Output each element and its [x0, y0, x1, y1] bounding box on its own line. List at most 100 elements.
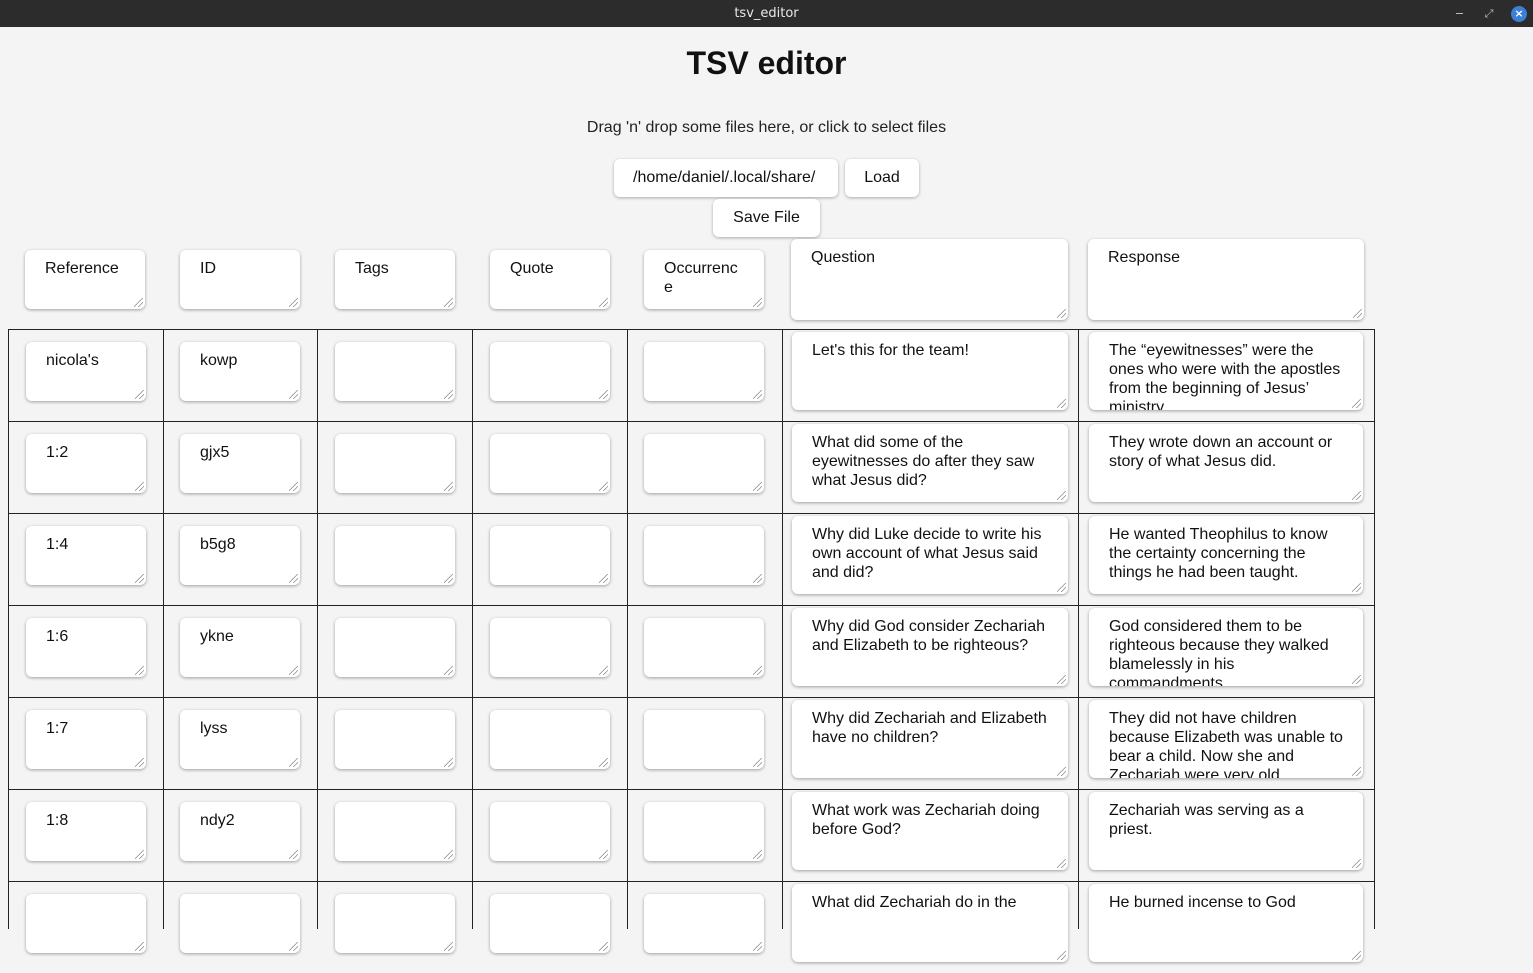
cell-quote-field[interactable]	[490, 894, 610, 953]
cell-occurrence-field[interactable]	[644, 618, 764, 677]
resize-grip-icon[interactable]	[599, 942, 608, 951]
cell-occurrence-field[interactable]	[644, 342, 764, 401]
resize-grip-icon[interactable]	[135, 390, 144, 399]
resize-grip-icon[interactable]	[444, 390, 453, 399]
cell-tags-field[interactable]	[335, 802, 455, 861]
cell-tags-field[interactable]	[335, 342, 455, 401]
cell-question-field[interactable]: What work was Zechariah doing before God…	[792, 792, 1068, 870]
resize-grip-icon[interactable]	[135, 942, 144, 951]
resize-grip-icon[interactable]	[1057, 859, 1066, 868]
cell-question-field[interactable]: Let's this for the team!	[792, 332, 1068, 410]
header-quote[interactable]: Quote	[490, 250, 610, 309]
resize-grip-icon[interactable]	[289, 574, 298, 583]
resize-grip-icon[interactable]	[753, 574, 762, 583]
cell-reference-field[interactable]	[26, 894, 146, 953]
cell-quote-field[interactable]	[490, 342, 610, 401]
save-file-button[interactable]: Save File	[713, 199, 820, 237]
resize-grip-icon[interactable]	[1057, 309, 1066, 318]
resize-grip-icon[interactable]	[289, 942, 298, 951]
maximize-icon[interactable]	[1481, 6, 1497, 22]
resize-grip-icon[interactable]	[599, 758, 608, 767]
cell-response-field[interactable]: They did not have children because Eliza…	[1089, 700, 1363, 778]
resize-grip-icon[interactable]	[1353, 309, 1362, 318]
resize-grip-icon[interactable]	[289, 666, 298, 675]
cell-response-field[interactable]: He wanted Theophilus to know the certain…	[1089, 516, 1363, 594]
cell-id-field[interactable]: b5g8	[180, 526, 300, 585]
resize-grip-icon[interactable]	[599, 666, 608, 675]
cell-question-field[interactable]: Why did Luke decide to write his own acc…	[792, 516, 1068, 594]
cell-response-field[interactable]: Zechariah was serving as a priest.	[1089, 792, 1363, 870]
resize-grip-icon[interactable]	[289, 482, 298, 491]
header-question[interactable]: Question	[791, 239, 1068, 320]
cell-response-field[interactable]: They wrote down an account or story of w…	[1089, 424, 1363, 502]
cell-tags-field[interactable]	[335, 894, 455, 953]
close-icon[interactable]: ×	[1511, 5, 1527, 22]
resize-grip-icon[interactable]	[289, 298, 298, 307]
cell-response-field[interactable]: He burned incense to God	[1089, 884, 1363, 962]
load-button[interactable]: Load	[845, 159, 919, 197]
resize-grip-icon[interactable]	[753, 298, 762, 307]
resize-grip-icon[interactable]	[444, 942, 453, 951]
header-response[interactable]: Response	[1088, 239, 1364, 320]
resize-grip-icon[interactable]	[1352, 399, 1361, 408]
cell-reference-field[interactable]: 1:7	[26, 710, 146, 769]
resize-grip-icon[interactable]	[1352, 675, 1361, 684]
cell-question-field[interactable]: What did Zechariah do in the	[792, 884, 1068, 962]
resize-grip-icon[interactable]	[1057, 399, 1066, 408]
cell-tags-field[interactable]	[335, 526, 455, 585]
header-tags[interactable]: Tags	[335, 250, 455, 309]
header-occurrence[interactable]: Occurrence	[644, 250, 764, 309]
cell-id-field[interactable]: ndy2	[180, 802, 300, 861]
resize-grip-icon[interactable]	[1057, 951, 1066, 960]
cell-tags-field[interactable]	[335, 434, 455, 493]
cell-id-field[interactable]: lyss	[180, 710, 300, 769]
resize-grip-icon[interactable]	[1352, 859, 1361, 868]
cell-question-field[interactable]: Why did God consider Zechariah and Eliza…	[792, 608, 1068, 686]
cell-reference-field[interactable]: 1:2	[26, 434, 146, 493]
cell-id-field[interactable]: gjx5	[180, 434, 300, 493]
resize-grip-icon[interactable]	[753, 850, 762, 859]
resize-grip-icon[interactable]	[599, 390, 608, 399]
resize-grip-icon[interactable]	[135, 482, 144, 491]
resize-grip-icon[interactable]	[135, 758, 144, 767]
cell-occurrence-field[interactable]	[644, 710, 764, 769]
resize-grip-icon[interactable]	[753, 666, 762, 675]
resize-grip-icon[interactable]	[444, 850, 453, 859]
cell-question-field[interactable]: What did some of the eyewitnesses do aft…	[792, 424, 1068, 502]
cell-occurrence-field[interactable]	[644, 434, 764, 493]
cell-reference-field[interactable]: 1:6	[26, 618, 146, 677]
resize-grip-icon[interactable]	[753, 942, 762, 951]
cell-id-field[interactable]: kowp	[180, 342, 300, 401]
header-reference[interactable]: Reference	[25, 250, 145, 309]
cell-quote-field[interactable]	[490, 434, 610, 493]
cell-quote-field[interactable]	[490, 526, 610, 585]
resize-grip-icon[interactable]	[135, 574, 144, 583]
cell-quote-field[interactable]	[490, 618, 610, 677]
cell-tags-field[interactable]	[335, 618, 455, 677]
cell-tags-field[interactable]	[335, 710, 455, 769]
cell-question-field[interactable]: Why did Zechariah and Elizabeth have no …	[792, 700, 1068, 778]
resize-grip-icon[interactable]	[599, 482, 608, 491]
resize-grip-icon[interactable]	[1352, 951, 1361, 960]
cell-quote-field[interactable]	[490, 802, 610, 861]
resize-grip-icon[interactable]	[289, 758, 298, 767]
file-dropzone[interactable]: Drag 'n' drop some files here, or click …	[0, 119, 1533, 137]
resize-grip-icon[interactable]	[1057, 675, 1066, 684]
file-path-input[interactable]	[614, 159, 838, 197]
cell-reference-field[interactable]: 1:4	[26, 526, 146, 585]
resize-grip-icon[interactable]	[289, 390, 298, 399]
cell-id-field[interactable]: ykne	[180, 618, 300, 677]
resize-grip-icon[interactable]	[1352, 767, 1361, 776]
resize-grip-icon[interactable]	[444, 758, 453, 767]
resize-grip-icon[interactable]	[135, 850, 144, 859]
resize-grip-icon[interactable]	[444, 574, 453, 583]
resize-grip-icon[interactable]	[599, 298, 608, 307]
cell-response-field[interactable]: The “eyewitnesses” were the ones who wer…	[1089, 332, 1363, 410]
resize-grip-icon[interactable]	[289, 850, 298, 859]
resize-grip-icon[interactable]	[1057, 491, 1066, 500]
cell-occurrence-field[interactable]	[644, 894, 764, 953]
resize-grip-icon[interactable]	[753, 390, 762, 399]
cell-occurrence-field[interactable]	[644, 802, 764, 861]
resize-grip-icon[interactable]	[753, 482, 762, 491]
resize-grip-icon[interactable]	[1057, 767, 1066, 776]
